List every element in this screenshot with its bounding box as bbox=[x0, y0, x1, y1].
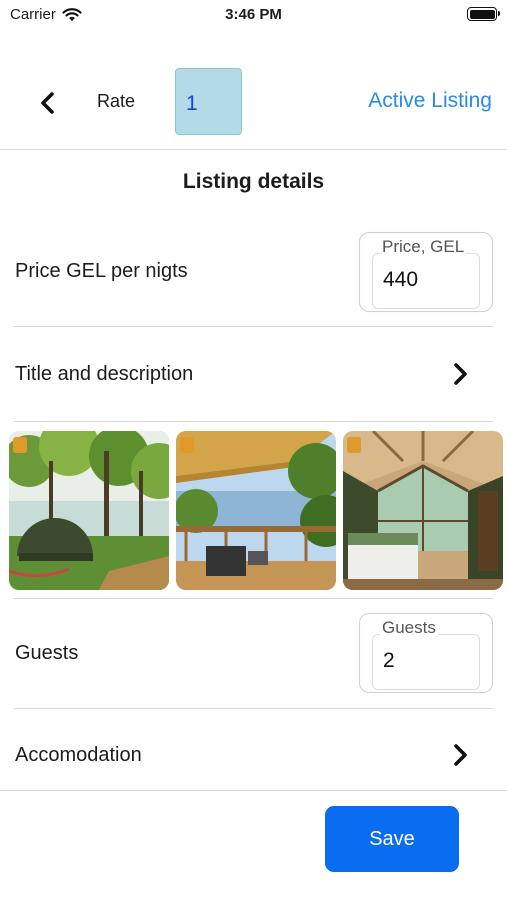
navigation-bar: Rate 1 Active Listing bbox=[0, 52, 507, 150]
chevron-right-icon[interactable] bbox=[448, 743, 472, 767]
price-input[interactable]: 440 bbox=[372, 253, 480, 309]
chevron-right-icon[interactable] bbox=[448, 362, 472, 386]
guests-field[interactable]: 2 Guests bbox=[359, 613, 493, 693]
photo-gallery bbox=[9, 431, 503, 590]
accommodation-label[interactable]: Accomodation bbox=[15, 744, 142, 767]
battery-icon bbox=[467, 7, 500, 21]
photo-dome-tent-forest[interactable] bbox=[9, 431, 169, 590]
save-button[interactable]: Save bbox=[325, 806, 459, 872]
page-title: Listing details bbox=[182, 170, 325, 193]
price-field-caption: Price, GEL bbox=[380, 237, 467, 257]
footer-divider bbox=[0, 790, 507, 791]
divider bbox=[14, 708, 493, 709]
divider bbox=[14, 326, 493, 327]
guests-field-caption: Guests bbox=[380, 618, 438, 638]
back-button[interactable] bbox=[30, 86, 64, 120]
rate-input[interactable]: 1 bbox=[175, 68, 242, 135]
title-description-label[interactable]: Title and description bbox=[15, 363, 193, 386]
photo-dome-bedroom-interior[interactable] bbox=[343, 431, 503, 590]
divider bbox=[14, 598, 493, 599]
guests-label: Guests bbox=[15, 642, 79, 664]
chevron-left-icon bbox=[41, 92, 54, 114]
divider bbox=[14, 421, 493, 422]
clock: 3:46 PM bbox=[225, 6, 282, 23]
price-field[interactable]: 440 Price, GEL bbox=[359, 232, 493, 312]
price-label: Price GEL per nigts bbox=[15, 260, 188, 282]
guests-input[interactable]: 2 bbox=[372, 634, 480, 690]
status-bar: Carrier 3:46 PM bbox=[0, 0, 507, 30]
active-listing-link[interactable]: Active Listing bbox=[368, 89, 492, 113]
rate-label: Rate bbox=[97, 91, 136, 111]
photo-deck-sea-view[interactable] bbox=[176, 431, 336, 590]
